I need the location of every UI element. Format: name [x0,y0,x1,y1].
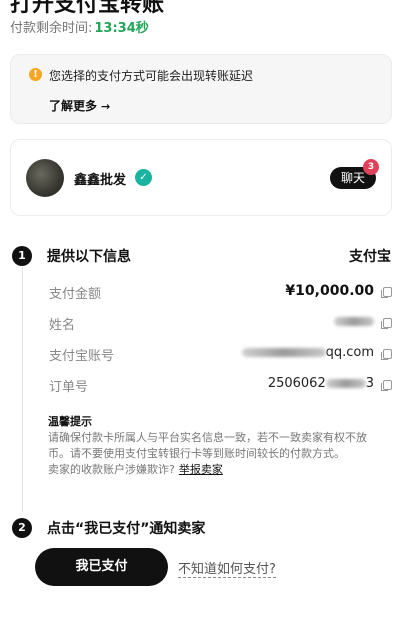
order-label: 订单号 [49,380,89,395]
seller-name: 鑫鑫批发 [74,173,127,188]
step-1-number: 1 [12,246,32,266]
copy-account-icon[interactable] [381,349,392,360]
copy-name-icon[interactable] [381,318,392,329]
order-prefix: 2506062 [267,376,326,391]
delay-notice-card: ! 您选择的支付方式可能会出现转账延迟 了解更多 → [10,54,392,124]
payment-timer: 付款剩余时间: 13:34秒 [10,17,149,36]
account-value: qq.com [241,345,374,360]
page-title: 打开支付宝转账 [10,0,165,17]
name-value [334,314,374,329]
copy-amount-icon[interactable] [381,287,392,298]
amount-value: ¥10,000.00 [285,283,374,299]
seller-card: 鑫鑫批发 ✓ 聊天 3 [10,139,392,216]
step-1-title: 提供以下信息 [47,249,131,265]
copy-order-icon[interactable] [381,380,392,391]
timer-label: 付款剩余时间: [10,21,93,36]
amount-label: 支付金额 [49,287,102,302]
learn-more-label: 了解更多 [49,99,98,113]
order-value: 2506062 3 [268,376,374,391]
unread-badge: 3 [363,159,379,175]
account-suffix: qq.com [325,345,374,360]
name-label: 姓名 [49,318,76,333]
warning-icon: ! [29,68,42,81]
tips-title: 温馨提示 [48,415,92,428]
verified-icon: ✓ [135,169,152,186]
tips-text: 请确保付款卡所属人与平台实名信息一致，若不一致卖家有权不放币。请不要使用支付宝转… [48,431,367,460]
i-have-paid-button[interactable]: 我已支付 [35,548,168,586]
fraud-question: 卖家的收款账户涉嫌欺诈? [48,463,175,476]
timer-value: 13:34秒 [94,21,149,36]
step-2-number: 2 [12,518,32,538]
payment-method: 支付宝 [349,249,391,265]
tips-fraud-line: 卖家的收款账户涉嫌欺诈? 举报卖家 [48,462,386,478]
arrow-right-icon: → [101,100,111,113]
report-seller-link[interactable]: 举报卖家 [179,463,223,476]
step-2-title: 点击“我已支付”通知卖家 [47,521,206,537]
account-label: 支付宝账号 [49,349,115,364]
seller-avatar [26,159,64,197]
tips-body: 请确保付款卡所属人与平台实名信息一致，若不一致卖家有权不放币。请不要使用支付宝转… [48,430,386,478]
how-to-pay-link[interactable]: 不知道如何支付? [178,558,276,578]
notice-message: 您选择的支付方式可能会出现转账延迟 [49,69,254,83]
step-connector [22,267,23,512]
learn-more-link[interactable]: 了解更多 → [49,97,110,114]
order-suffix: 3 [365,376,374,391]
